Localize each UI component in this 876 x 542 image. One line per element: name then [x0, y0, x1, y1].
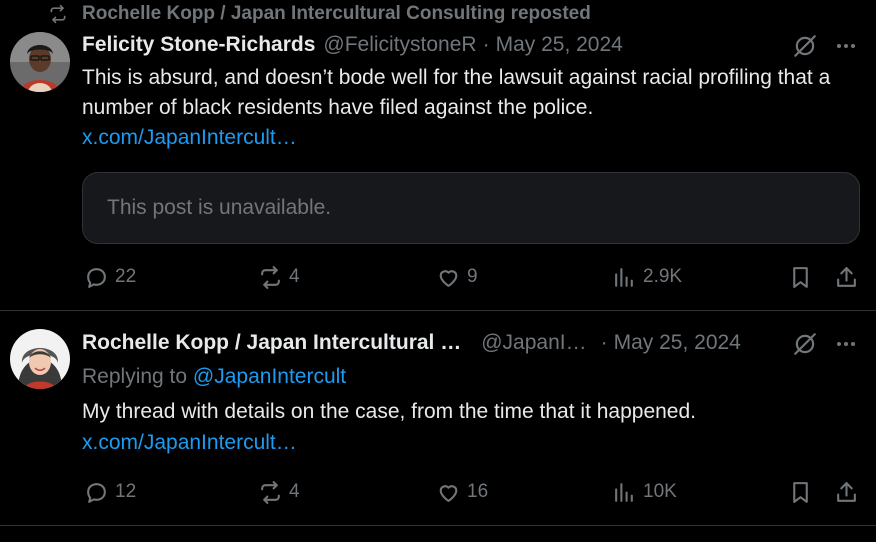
post-2[interactable]: Rochelle Kopp / Japan Intercultural … @J… — [0, 311, 876, 526]
post-header: Felicity Stone-Richards @FelicitystoneR … — [82, 32, 623, 58]
more-options-icon[interactable] — [834, 331, 858, 357]
reply-button[interactable]: 12 — [84, 477, 136, 507]
quote-unavailable-text: This post is unavailable. — [107, 196, 332, 219]
author-name[interactable]: Rochelle Kopp / Japan Intercultural … — [82, 331, 461, 355]
repost-button[interactable]: 4 — [258, 262, 300, 292]
author-handle[interactable]: @FelicitystoneR — [323, 33, 476, 57]
bookmark-button[interactable] — [788, 265, 813, 290]
repost-indicator: Rochelle Kopp / Japan Intercultural Cons… — [48, 3, 591, 25]
repost-button[interactable]: 4 — [258, 477, 300, 507]
like-count: 16 — [467, 481, 489, 502]
post-link[interactable]: x.com/JapanIntercult… — [82, 123, 297, 153]
repost-icon — [261, 265, 280, 289]
share-icon — [837, 267, 856, 287]
author-name[interactable]: Felicity Stone-Richards — [82, 33, 315, 57]
replying-to-mention[interactable]: @JapanIntercult — [193, 365, 346, 388]
like-count: 9 — [467, 266, 478, 287]
analytics-icon — [615, 267, 633, 287]
post-1[interactable]: Rochelle Kopp / Japan Intercultural Cons… — [0, 0, 876, 311]
replying-to: Replying to @JapanIntercult — [82, 362, 346, 392]
share-button[interactable] — [834, 480, 859, 505]
avatar[interactable] — [10, 329, 70, 389]
view-count: 10K — [643, 481, 677, 502]
separator-dot: · — [600, 331, 608, 354]
like-button[interactable]: 9 — [436, 262, 478, 292]
analytics-icon — [615, 482, 633, 502]
post-text: This is absurd, and doesn’t bode well fo… — [82, 66, 831, 119]
views-button[interactable]: 10K — [612, 477, 677, 507]
grok-icon[interactable] — [792, 331, 818, 357]
repost-count: 4 — [289, 266, 300, 287]
repost-count: 4 — [289, 481, 300, 502]
like-button[interactable]: 16 — [436, 477, 488, 507]
repost-icon — [261, 480, 280, 504]
separator-dot: · — [482, 33, 490, 56]
reply-button[interactable]: 22 — [84, 262, 136, 292]
grok-icon[interactable] — [792, 33, 818, 59]
more-options-icon[interactable] — [834, 33, 858, 59]
post-header: Rochelle Kopp / Japan Intercultural … @J… — [82, 330, 741, 356]
view-count: 2.9K — [643, 266, 683, 287]
views-button[interactable]: 2.9K — [612, 262, 682, 292]
repost-indicator-text: Rochelle Kopp / Japan Intercultural Cons… — [82, 3, 591, 24]
avatar[interactable] — [10, 32, 70, 92]
bookmark-icon — [793, 267, 808, 288]
post-date[interactable]: May 25, 2024 — [614, 331, 741, 355]
reply-count: 22 — [115, 266, 137, 287]
post-link[interactable]: x.com/JapanIntercult… — [82, 428, 297, 458]
post-text: My thread with details on the case, from… — [82, 400, 697, 423]
reply-icon — [87, 482, 106, 503]
share-icon — [837, 482, 856, 502]
bookmark-button[interactable] — [788, 480, 813, 505]
quote-unavailable-box[interactable]: This post is unavailable. — [82, 172, 860, 244]
author-handle[interactable]: @JapanI… — [481, 331, 586, 355]
reply-count: 12 — [115, 481, 137, 502]
bookmark-icon — [793, 482, 808, 503]
reply-icon — [87, 267, 106, 288]
heart-icon — [439, 484, 458, 502]
heart-icon — [439, 269, 458, 287]
repost-icon — [50, 4, 66, 24]
replying-to-prefix: Replying to — [82, 365, 188, 388]
share-button[interactable] — [834, 265, 859, 290]
post-date[interactable]: May 25, 2024 — [496, 33, 623, 57]
